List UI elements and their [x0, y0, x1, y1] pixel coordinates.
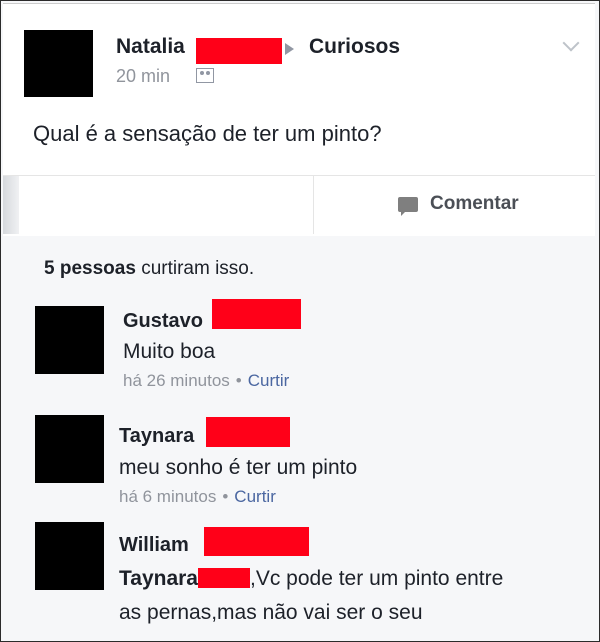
likes-suffix: curtiram isso. — [141, 258, 255, 279]
comment-time[interactable]: há 26 minutos — [123, 371, 230, 390]
comment-text: Muito boa — [123, 340, 216, 363]
comment-button[interactable]: Comentar — [430, 193, 519, 215]
redaction-bar — [198, 568, 250, 588]
comment-like-link[interactable]: Curtir — [248, 371, 290, 390]
post-text: Qual é a sensação de ter um pinto? — [33, 121, 382, 146]
redaction-bar — [204, 527, 309, 556]
chevron-down-icon[interactable] — [562, 34, 580, 52]
redaction-bar — [196, 38, 282, 64]
arrow-right-icon — [285, 43, 294, 55]
post-group[interactable]: Curiosos — [309, 35, 400, 59]
likes-summary: 5 pessoas curtiram isso. — [44, 258, 254, 280]
comment-icon[interactable] — [398, 197, 418, 216]
comment-author[interactable]: Gustavo — [123, 310, 203, 333]
comment-like-link[interactable]: Curtir — [234, 487, 276, 506]
comment-author[interactable]: William — [119, 534, 189, 557]
comment-avatar[interactable] — [35, 522, 104, 590]
post-author[interactable]: Natalia — [116, 35, 185, 59]
comment-mention[interactable]: Taynara — [119, 567, 198, 590]
comment-avatar[interactable] — [35, 415, 104, 483]
screenshot-frame: Natalia Curiosos 20 min Qual é a sensaçã… — [0, 0, 600, 642]
comment-text: meu sonho é ter um pinto — [119, 456, 358, 479]
comment-time[interactable]: há 6 minutos — [119, 487, 216, 506]
group-audience-icon — [196, 68, 214, 83]
likes-count-link[interactable]: 5 pessoas — [44, 258, 136, 279]
comment-text-line2: as pernas,mas não vai ser o seu — [119, 601, 423, 624]
comment-text: Taynara ,Vc pode ter um pinto entre — [119, 567, 503, 591]
post-time[interactable]: 20 min — [116, 66, 170, 87]
redaction-bar — [206, 417, 290, 447]
comment-author[interactable]: Taynara — [119, 425, 194, 448]
comment-meta: há 6 minutos • Curtir — [119, 487, 276, 506]
redaction-bar — [212, 299, 301, 329]
comment-meta: há 26 minutos • Curtir — [123, 371, 290, 390]
comment-avatar[interactable] — [35, 306, 104, 374]
post-action-bar: Comentar — [3, 175, 595, 234]
author-avatar[interactable] — [24, 30, 93, 97]
comment-text-part: ,Vc pode ter um pinto entre — [250, 567, 504, 590]
like-button-area[interactable] — [3, 176, 314, 234]
